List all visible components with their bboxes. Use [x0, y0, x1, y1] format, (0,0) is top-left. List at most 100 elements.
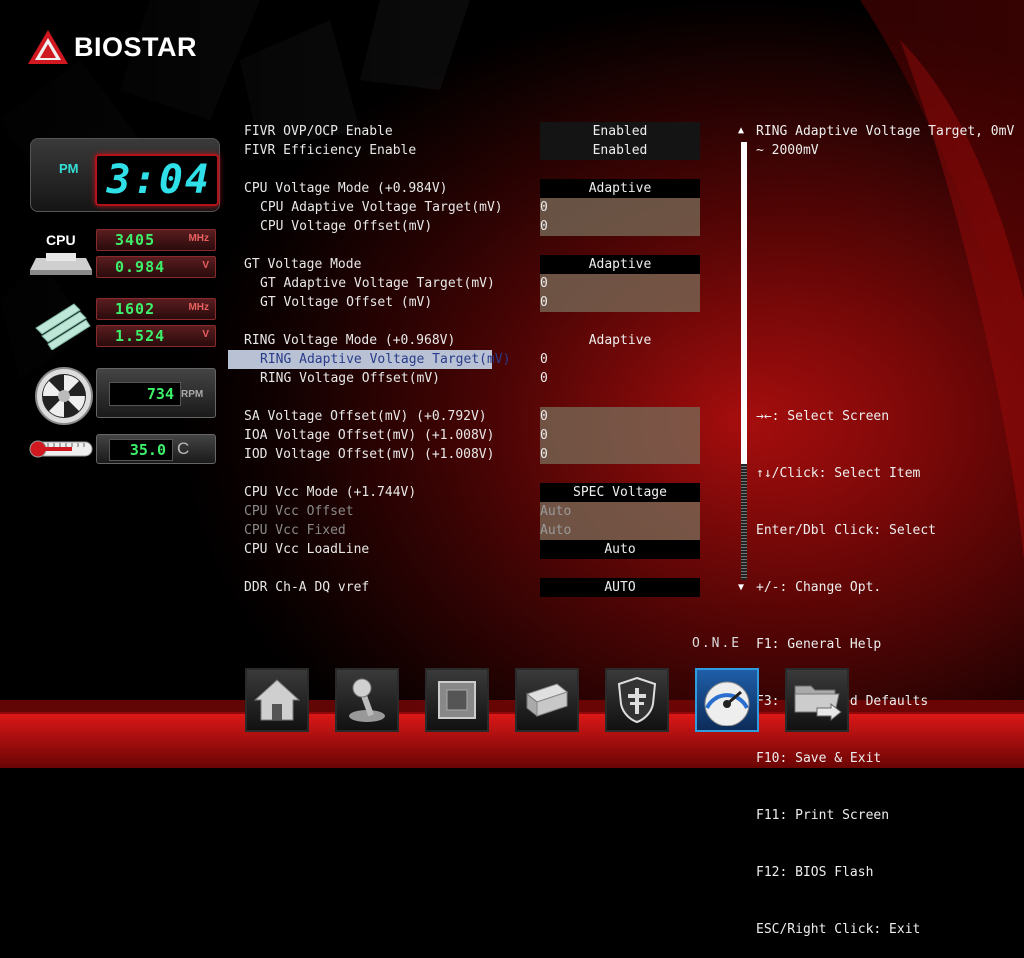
setting-label: RING Adaptive Voltage Target(mV) [260, 352, 511, 367]
memory-voltage: 1.524 [115, 327, 166, 345]
key-hint: F10: Save & Exit [756, 751, 882, 766]
folder-exit-icon [794, 685, 842, 722]
setting-gt-voltage-mode[interactable]: GT Voltage Mode Adaptive [244, 255, 700, 274]
fan-icon [35, 367, 93, 425]
setting-value[interactable]: Enabled [540, 122, 700, 141]
dock-save-exit[interactable] [785, 668, 849, 732]
key-hint: →←: Select Screen [756, 409, 890, 424]
setting-sa-voltage-offset[interactable]: SA Voltage Offset(mV) (+0.792V) 0 [244, 407, 548, 426]
key-hint: F12: BIOS Flash [756, 865, 874, 880]
setting-label: CPU Voltage Mode (+0.984V) [244, 181, 448, 196]
setting-value: Auto [540, 504, 572, 519]
setting-value[interactable]: Adaptive [540, 255, 700, 274]
scroll-up-arrow-icon[interactable]: ▲ [738, 125, 744, 136]
setting-label: GT Voltage Offset (mV) [260, 295, 433, 310]
memory-frequency: 1602 [115, 300, 156, 318]
setting-value[interactable]: 0 [540, 407, 548, 426]
temperature-display: 35.0 [109, 439, 173, 461]
setting-gt-voltage-offset[interactable]: GT Voltage Offset (mV) 0 [244, 293, 548, 312]
setting-cpu-adaptive-target[interactable]: CPU Adaptive Voltage Target(mV) 0 [244, 198, 548, 217]
setting-label: CPU Voltage Offset(mV) [260, 219, 433, 234]
setting-gt-adaptive-target[interactable]: GT Adaptive Voltage Target(mV) 0 [244, 274, 548, 293]
setting-value[interactable]: Enabled [540, 141, 700, 160]
gt-target-field-bg [540, 274, 700, 312]
setting-fivr-efficiency[interactable]: FIVR Efficiency Enable Enabled [244, 141, 700, 160]
setting-ioa-voltage-offset[interactable]: IOA Voltage Offset(mV) (+1.008V) 0 [244, 426, 548, 445]
cpu-chip-icon [30, 253, 92, 275]
setting-value[interactable]: 0 [540, 369, 548, 388]
clock-display: 3:04 [95, 154, 219, 206]
setting-fivr-ovp-ocp[interactable]: FIVR OVP/OCP Enable Enabled [244, 122, 700, 141]
cpu-frequency: 3405 [115, 231, 156, 249]
setting-iod-voltage-offset[interactable]: IOD Voltage Offset(mV) (+1.008V) 0 [244, 445, 548, 464]
setting-ddr-cha-dq-vref[interactable]: DDR Ch-A DQ vref AUTO [244, 578, 700, 597]
key-hint: ↑↓/Click: Select Item [756, 466, 921, 481]
dock-boot[interactable] [515, 668, 579, 732]
joystick-icon [349, 678, 385, 722]
setting-label: IOD Voltage Offset(mV) (+1.008V) [244, 447, 495, 462]
shield-icon [617, 676, 657, 724]
setting-ring-adaptive-target[interactable]: RING Adaptive Voltage Target(mV) 0 [244, 350, 548, 369]
home-icon [253, 679, 301, 721]
setting-label: CPU Vcc LoadLine [244, 542, 370, 557]
setting-value[interactable]: 0 [540, 350, 548, 369]
setting-value[interactable]: Auto [540, 540, 700, 559]
setting-label: DDR Ch-A DQ vref [244, 580, 370, 595]
setting-label: CPU Vcc Fixed [244, 523, 346, 538]
setting-label: SA Voltage Offset(mV) (+0.792V) [244, 409, 487, 424]
fan-speed-panel: 734 RPM [96, 368, 216, 418]
setting-value[interactable]: 0 [540, 217, 548, 236]
temperature-value: 35.0 [129, 441, 166, 459]
key-hint: F11: Print Screen [756, 808, 890, 823]
brand-name: BIOSTAR [74, 31, 197, 62]
temperature-panel: 35.0 C [96, 434, 216, 464]
scroll-down-arrow-icon[interactable]: ▼ [738, 582, 744, 593]
setting-value[interactable]: Adaptive [540, 179, 700, 198]
speedometer-icon [704, 681, 750, 726]
setting-cpu-voltage-offset[interactable]: CPU Voltage Offset(mV) 0 [244, 217, 548, 236]
key-hint: ESC/Right Click: Exit [756, 922, 921, 937]
setting-value[interactable]: 0 [540, 445, 548, 464]
setting-value[interactable]: 0 [540, 426, 548, 445]
cpu-voltage-readout: 0.984 V [96, 256, 216, 278]
fan-speed: 734 [146, 385, 174, 403]
setting-value[interactable]: 0 [540, 198, 548, 217]
key-hint: F1: General Help [756, 637, 882, 652]
active-menu-label: O.N.E [692, 636, 742, 651]
dock-chipset[interactable] [425, 668, 489, 732]
setting-label: FIVR OVP/OCP Enable [244, 124, 393, 139]
setting-cpu-vcc-loadline[interactable]: CPU Vcc LoadLine Auto [244, 540, 700, 559]
dock-main[interactable] [245, 668, 309, 732]
setting-label: RING Voltage Mode (+0.968V) [244, 333, 456, 348]
key-hint: +/-: Change Opt. [756, 580, 882, 595]
dock-advanced[interactable] [335, 668, 399, 732]
setting-value[interactable]: 0 [540, 274, 548, 293]
cpu-voltage: 0.984 [115, 258, 166, 276]
setting-value[interactable]: SPEC Voltage [540, 483, 700, 502]
cpu-frequency-unit: MHz [188, 233, 209, 244]
cpu-voltage-unit: V [202, 260, 209, 271]
memory-modules-icon [35, 303, 91, 350]
setting-cpu-vcc-fixed: CPU Vcc Fixed Auto [244, 521, 571, 540]
setting-value[interactable]: Adaptive [540, 331, 700, 350]
setting-label: CPU Vcc Mode (+1.744V) [244, 485, 417, 500]
scrollbar-thumb[interactable] [741, 142, 747, 464]
biostar-logo: BIOSTAR [28, 30, 197, 64]
key-legend: →←: Select Screen ↑↓/Click: Select Item … [756, 369, 936, 958]
memory-frequency-unit: MHz [188, 302, 209, 313]
setting-value[interactable]: AUTO [540, 578, 700, 597]
setting-cpu-vcc-mode[interactable]: CPU Vcc Mode (+1.744V) SPEC Voltage [244, 483, 700, 502]
setting-cpu-voltage-mode[interactable]: CPU Voltage Mode (+0.984V) Adaptive [244, 179, 700, 198]
setting-label: CPU Adaptive Voltage Target(mV) [260, 200, 503, 215]
setting-ring-voltage-mode[interactable]: RING Voltage Mode (+0.968V) Adaptive [244, 331, 651, 350]
setting-value[interactable]: 0 [540, 293, 548, 312]
temperature-unit: C [177, 439, 190, 458]
setting-ring-voltage-offset[interactable]: RING Voltage Offset(mV) 0 [244, 369, 548, 388]
clock-time: 3:04 [106, 157, 211, 203]
setting-label: FIVR Efficiency Enable [244, 143, 417, 158]
setting-label: GT Voltage Mode [244, 257, 362, 272]
dock-one[interactable] [695, 668, 759, 732]
dock-security[interactable] [605, 668, 669, 732]
setting-label: RING Voltage Offset(mV) [260, 371, 441, 386]
help-description: RING Adaptive Voltage Target, 0mV ~ 2000… [756, 124, 1015, 158]
